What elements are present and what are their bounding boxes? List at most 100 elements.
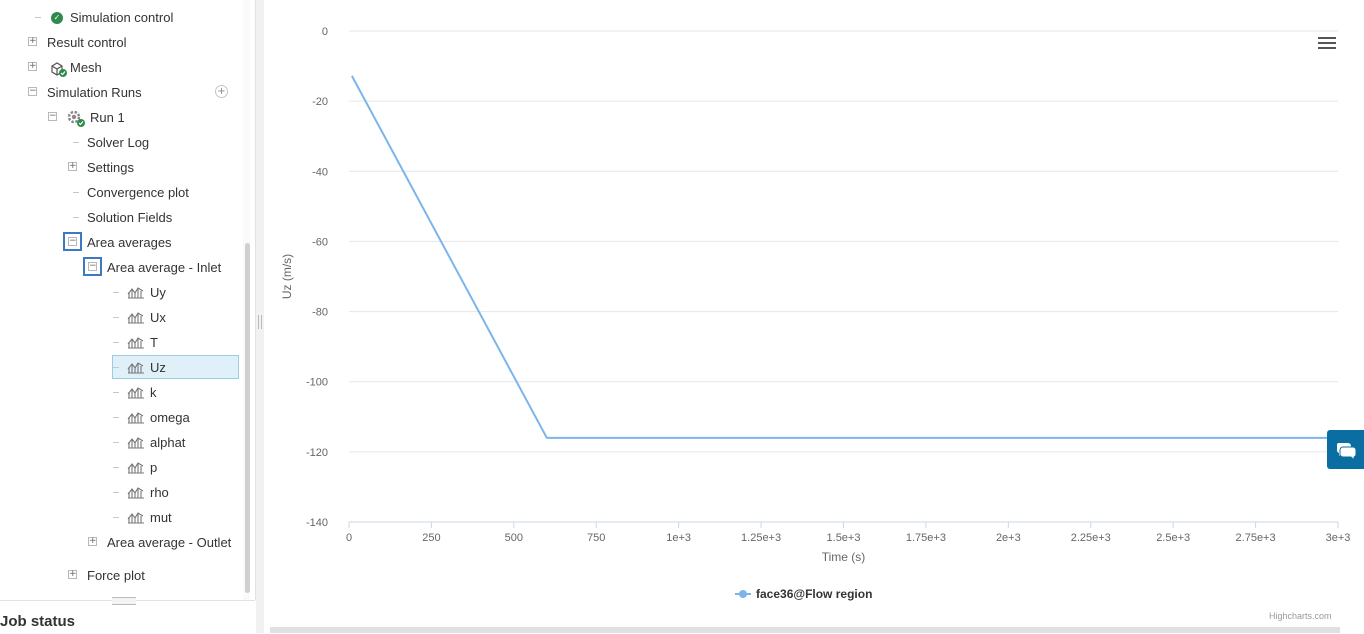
tree-item-rho[interactable]: rho [0, 480, 240, 505]
horizontal-scrollbar[interactable] [270, 627, 1340, 633]
job-status-title: Job status [0, 613, 75, 630]
tree-item-label: Simulation control [70, 5, 173, 30]
tree-item-label: Result control [47, 30, 126, 55]
chart-icon [127, 336, 145, 349]
tree-item-label: Solution Fields [87, 205, 172, 230]
chart-credits[interactable]: Highcharts.com [1269, 611, 1332, 621]
x-tick-label: 500 [505, 532, 523, 544]
tree-item-simulation-control[interactable]: ✓ Simulation control [0, 5, 240, 30]
tree-item-label: Mesh [70, 55, 102, 80]
mesh-icon [50, 60, 68, 78]
tree-item-label: alphat [150, 430, 185, 455]
gear-icon [66, 109, 86, 129]
x-tick-label: 2.75e+3 [1236, 532, 1276, 544]
collapse-icon[interactable]: − [28, 87, 37, 96]
x-tick-label: 3e+3 [1326, 532, 1351, 544]
tree-connector [113, 392, 119, 393]
tree-item-force-plot[interactable]: + Force plot [0, 563, 240, 588]
x-tick-label: 750 [587, 532, 605, 544]
tree-connector [113, 442, 119, 443]
chart-menu-icon[interactable] [1318, 37, 1336, 51]
tree-item-alphat[interactable]: alphat [0, 430, 240, 455]
chart-icon [127, 511, 145, 524]
tree-item-area-averages[interactable]: − Area averages [0, 230, 240, 255]
tree-item-label: Force plot [87, 563, 145, 588]
tree-item-label: Run 1 [90, 105, 125, 130]
tree-item-solution-fields[interactable]: Solution Fields [0, 205, 240, 230]
tree-connector [113, 517, 119, 518]
tree-item-label: Simulation Runs [47, 80, 142, 105]
tree-connector [113, 342, 119, 343]
tree-item-label: k [150, 380, 157, 405]
tree-item-simulation-runs[interactable]: − Simulation Runs [0, 80, 240, 105]
tree-item-result-control[interactable]: + Result control [0, 30, 240, 55]
tree-item-omega[interactable]: omega [0, 405, 240, 430]
tree-item-label: mut [150, 505, 172, 530]
chat-button[interactable] [1327, 430, 1364, 469]
tree-connector [113, 417, 119, 418]
job-status-panel: Job status [0, 600, 255, 634]
expand-icon[interactable]: + [68, 570, 77, 579]
tree-item-mesh[interactable]: + Mesh [0, 55, 240, 80]
tree-scrollbar-thumb[interactable] [245, 243, 250, 593]
tree-item-label: Convergence plot [87, 180, 189, 205]
chart-icon [127, 286, 145, 299]
chart-icon [127, 411, 145, 424]
x-tick-label: 1.25e+3 [741, 532, 781, 544]
tree-connector [73, 142, 79, 143]
line-chart: 0-20-40-60-80-100-120-14002505007501e+31… [264, 0, 1364, 633]
expand-icon[interactable]: + [28, 62, 37, 71]
series-layer [352, 77, 1338, 438]
tree-connector [113, 492, 119, 493]
add-run-button[interactable]: + [215, 85, 228, 98]
tree-item-p[interactable]: p [0, 455, 240, 480]
y-tick-label: -80 [312, 307, 328, 319]
x-tick-label: 2.25e+3 [1071, 532, 1111, 544]
x-tick-label: 1.5e+3 [827, 532, 861, 544]
expand-icon[interactable]: + [88, 537, 97, 546]
chat-icon [1327, 430, 1364, 469]
chart-container: 0-20-40-60-80-100-120-14002505007501e+31… [264, 0, 1364, 633]
y-tick-label: -40 [312, 166, 328, 178]
tree-item-label: Area averages [87, 230, 172, 255]
tree-item-label: Uz [150, 355, 166, 380]
expand-icon[interactable]: + [28, 37, 37, 46]
x-tick-label: 1e+3 [666, 532, 691, 544]
splitter-grip-icon[interactable] [258, 315, 262, 329]
x-axis-title: Time (s) [822, 550, 866, 564]
tree-item-run-1[interactable]: − Run 1 [0, 105, 240, 130]
tree-item-k[interactable]: k [0, 380, 240, 405]
tree-item-uy[interactable]: Uy [0, 280, 240, 305]
x-tick-label: 2e+3 [996, 532, 1021, 544]
job-status-resize-handle[interactable] [112, 597, 136, 605]
tree-panel: ✓ Simulation control + Result control + … [0, 0, 256, 600]
expand-icon[interactable]: + [68, 162, 77, 171]
collapse-icon[interactable]: − [88, 262, 97, 271]
grid-lines [349, 31, 1338, 522]
collapse-icon[interactable]: − [48, 112, 57, 121]
tree-item-solver-log[interactable]: Solver Log [0, 130, 240, 155]
x-tick-label: 2.5e+3 [1156, 532, 1190, 544]
chart-icon [127, 461, 145, 474]
tree-connector [113, 367, 119, 368]
tree-connector [113, 292, 119, 293]
tree-item-uz[interactable]: Uz [0, 355, 240, 380]
collapse-icon[interactable]: − [68, 237, 77, 246]
tree-item-convergence-plot[interactable]: Convergence plot [0, 180, 240, 205]
tree-item-label: rho [150, 480, 169, 505]
y-tick-label: -140 [306, 517, 328, 529]
tree-item-t[interactable]: T [0, 330, 240, 355]
tree-item-area-average-outlet[interactable]: + Area average - Outlet [0, 530, 240, 555]
tree-connector [113, 317, 119, 318]
tree-item-area-average-inlet[interactable]: − Area average - Inlet [0, 255, 240, 280]
tree-item-ux[interactable]: Ux [0, 305, 240, 330]
tree-connector [73, 217, 79, 218]
legend-marker-icon [735, 586, 751, 602]
y-tick-label: -100 [306, 377, 328, 389]
y-axis-title: Uz (m/s) [280, 254, 294, 299]
tree-connector [73, 192, 79, 193]
tree-item-label: Uy [150, 280, 166, 305]
tree-item-mut[interactable]: mut [0, 505, 240, 530]
tree-item-settings[interactable]: + Settings [0, 155, 240, 180]
tree-item-label: Ux [150, 305, 166, 330]
